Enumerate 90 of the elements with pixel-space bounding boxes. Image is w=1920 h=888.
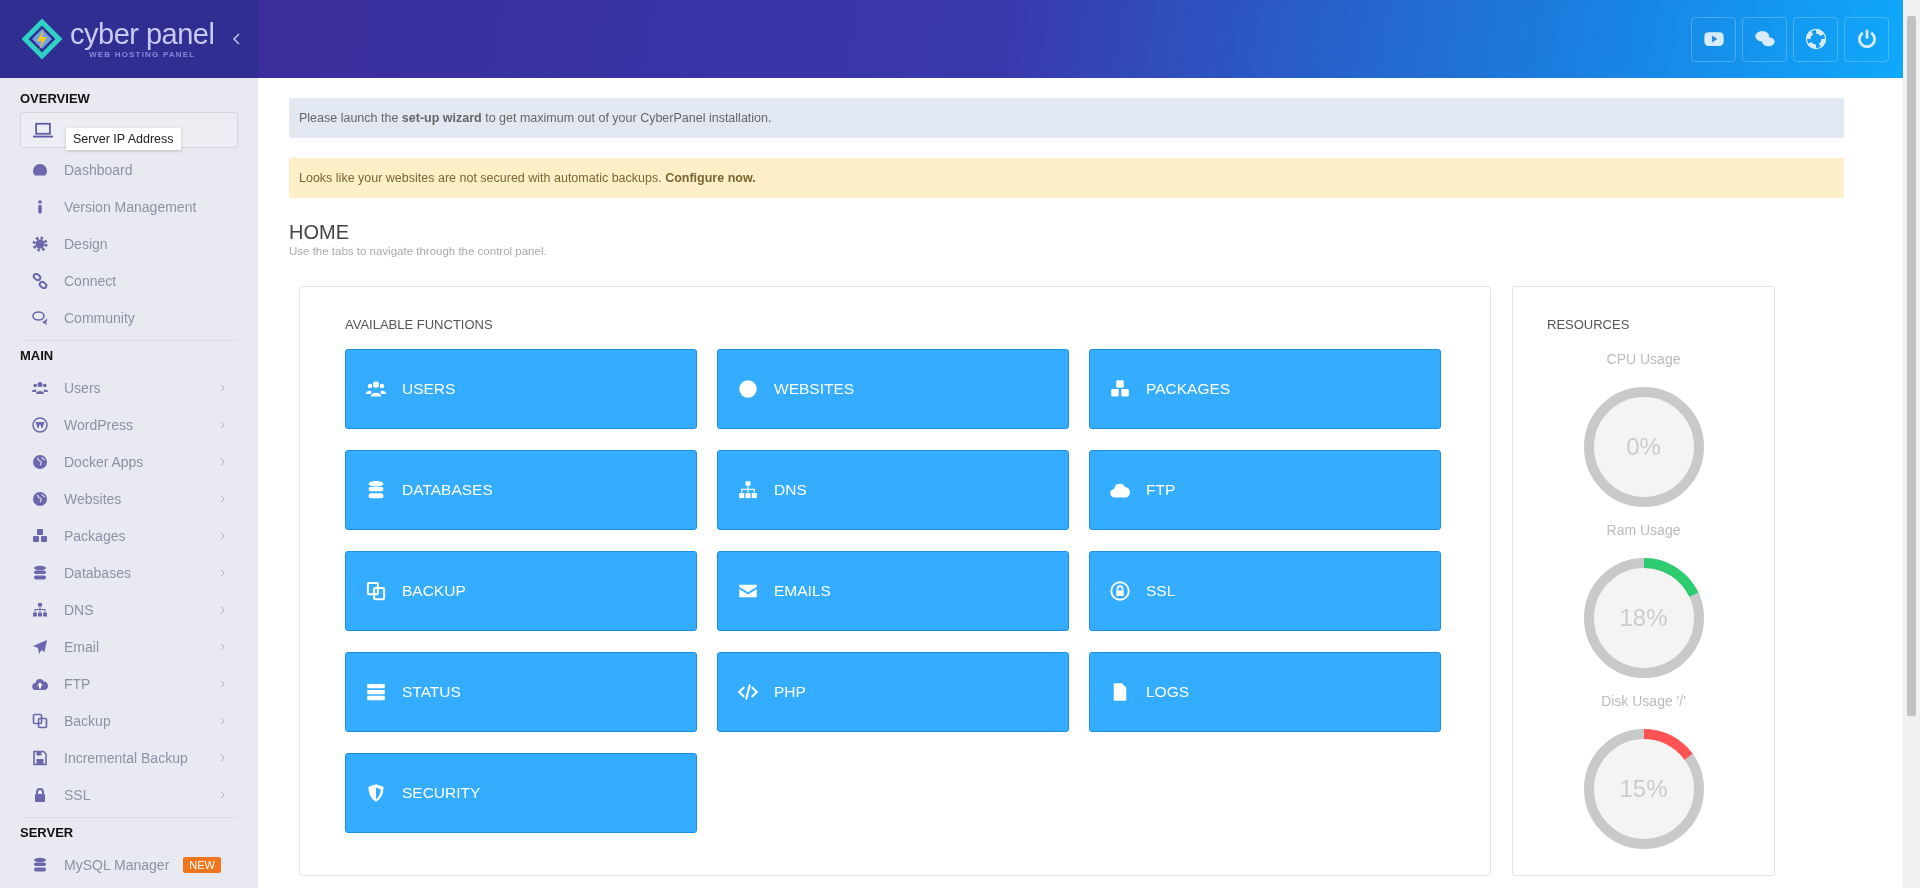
chevron-right-icon — [218, 530, 228, 541]
code-icon — [738, 682, 758, 702]
function-tile[interactable]: SSL — [1089, 551, 1441, 631]
page-title: HOME — [289, 220, 350, 244]
cubes-icon — [32, 527, 48, 544]
alert-message: Looks like your websites are not secured with automatic backups. Configure now. — [289, 158, 1844, 198]
video-button[interactable] — [1691, 16, 1736, 62]
sidebar-item[interactable]: Backup — [20, 702, 238, 739]
shield-icon — [366, 783, 386, 803]
gauge-label: Ram Usage — [1606, 522, 1681, 540]
sidebar-item[interactable]: Websites — [20, 480, 238, 517]
chat-button[interactable] — [1742, 16, 1787, 62]
database-icon — [32, 564, 48, 581]
copy-icon — [366, 581, 386, 601]
chevron-right-icon — [218, 789, 228, 800]
scrollbar[interactable] — [1907, 16, 1916, 716]
cubes-icon — [1110, 379, 1130, 399]
function-tile[interactable]: WEBSITES — [717, 349, 1069, 429]
function-tile[interactable]: STATUS — [345, 652, 697, 732]
logout-button[interactable] — [1844, 16, 1889, 62]
lock-icon — [1110, 581, 1130, 601]
function-tile[interactable]: EMAILS — [717, 551, 1069, 631]
new-badge: NEW — [183, 856, 221, 873]
sidebar-item[interactable]: Users — [20, 369, 238, 406]
sidebar-item[interactable]: Version Management — [20, 188, 238, 225]
logo-icon — [32, 416, 48, 433]
copy-icon — [32, 712, 48, 729]
function-tile[interactable]: FTP — [1089, 450, 1441, 530]
card-title: AVAILABLE FUNCTIONS — [345, 317, 494, 334]
database-icon — [32, 856, 48, 873]
function-tile[interactable]: PACKAGES — [1089, 349, 1441, 429]
sidebar-item[interactable]: Incremental Backup — [20, 739, 238, 776]
function-tile[interactable]: PHP — [717, 652, 1069, 732]
page-subtitle: Use the tabs to navigate through the control panel. — [289, 245, 548, 257]
chevron-right-icon — [218, 678, 228, 689]
sidebar-item[interactable]: Dashboard — [20, 151, 238, 188]
function-tile[interactable]: DNS — [717, 450, 1069, 530]
brand-name: cyber panel — [70, 19, 215, 49]
sidebar-item[interactable]: Connect — [20, 262, 238, 299]
chevron-right-icon — [218, 456, 228, 467]
sidebar-item[interactable]: Design — [20, 225, 238, 262]
section-heading: SERVER — [20, 825, 74, 840]
users-icon — [366, 379, 386, 399]
power-icon — [1855, 28, 1878, 50]
chevron-right-icon — [218, 567, 228, 578]
sidebar-item[interactable]: Packages — [20, 517, 238, 554]
sidebar-item[interactable]: DNS — [20, 591, 238, 628]
tooltip: Server IP Address — [66, 128, 181, 150]
sidebar-item[interactable]: FTP — [20, 665, 238, 702]
chevron-right-icon — [218, 641, 228, 652]
brand-tagline: WEB HOSTING PANEL — [88, 50, 196, 59]
chevron-right-icon — [218, 419, 228, 430]
sitemap-icon — [738, 480, 758, 500]
sidebar-item[interactable]: SSL — [20, 776, 238, 813]
sidebar-item[interactable]: Email — [20, 628, 238, 665]
lock-icon — [32, 786, 48, 803]
paper-plane-icon — [32, 638, 48, 655]
sidebar-item[interactable]: Docker Apps — [20, 443, 238, 480]
sidebar-item[interactable]: Databases — [20, 554, 238, 591]
support-button[interactable] — [1793, 16, 1838, 62]
lifebuoy-icon — [1804, 28, 1827, 50]
section-heading: MAIN — [20, 348, 54, 363]
gear-icon — [32, 235, 48, 252]
function-tile[interactable]: LOGS — [1089, 652, 1441, 732]
chevron-right-icon — [218, 752, 228, 763]
sidebar-item[interactable]: MySQL Manager NEW — [20, 846, 238, 883]
gauge-label: Disk Usage '/' — [1601, 693, 1686, 711]
function-tile[interactable]: SECURITY — [345, 753, 697, 833]
function-tile[interactable]: BACKUP — [345, 551, 697, 631]
sitemap-icon — [32, 601, 48, 618]
users-icon — [32, 379, 48, 396]
link-icon — [32, 272, 48, 289]
database-icon — [366, 480, 386, 500]
alert-message: Please launch the set-up wizard to get maximum out of your CyberPanel installation. — [289, 98, 1844, 138]
chat-icon — [32, 309, 48, 326]
chevron-right-icon — [218, 715, 228, 726]
sidebar-item[interactable]: Community — [20, 299, 238, 336]
chevron-right-icon — [218, 382, 228, 393]
section-heading: OVERVIEW — [20, 91, 90, 106]
function-tile[interactable]: DATABASES — [345, 450, 697, 530]
gauge-label: CPU Usage — [1606, 351, 1681, 369]
card-title: RESOURCES — [1547, 317, 1631, 334]
chevron-right-icon — [218, 493, 228, 504]
laptop-icon — [33, 120, 53, 140]
logo-icon — [22, 19, 62, 59]
chevron-right-icon — [218, 604, 228, 615]
server-icon — [366, 682, 386, 702]
sidebar-item[interactable]: WordPress — [20, 406, 238, 443]
server-ip-field[interactable]: Server IP Address — [20, 112, 238, 148]
function-tile[interactable]: USERS — [345, 349, 697, 429]
